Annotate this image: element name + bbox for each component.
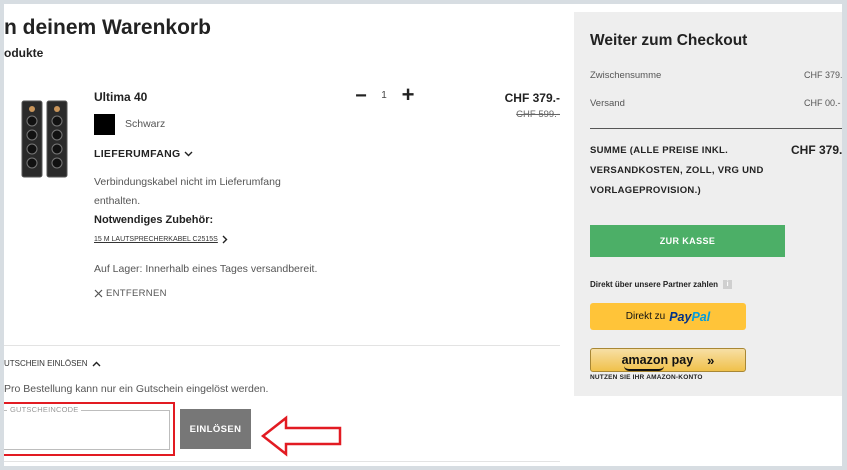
amazon-pay-button[interactable]: amazon pay » bbox=[590, 348, 746, 372]
partner-payment-label: Direkt über unsere Partner zahlen i bbox=[590, 280, 733, 289]
divider bbox=[4, 461, 560, 462]
info-icon[interactable]: i bbox=[723, 280, 733, 289]
close-icon bbox=[94, 289, 103, 298]
quantity-value: 1 bbox=[381, 90, 387, 101]
color-swatch bbox=[94, 114, 115, 135]
accessory-link[interactable]: 15 M LAUTSPRECHERKABEL C2515S bbox=[94, 235, 228, 244]
remove-button[interactable]: ENTFERNEN bbox=[94, 288, 167, 299]
subtotal-value: CHF 379.- bbox=[804, 70, 842, 80]
total-label: SUMME (ALLE PREISE INKL. VERSANDKOSTEN, … bbox=[590, 145, 764, 196]
accessory-title: Notwendiges Zubehör: bbox=[94, 214, 214, 226]
delivery-scope-text: Verbindungskabel nicht im Lieferumfang e… bbox=[94, 176, 281, 207]
checkout-title: Weiter zum Checkout bbox=[590, 32, 748, 49]
partner-payment-text: Direkt über unsere Partner zahlen bbox=[590, 280, 719, 289]
total-value: CHF 379.- bbox=[791, 143, 842, 157]
chevron-up-icon bbox=[92, 361, 101, 366]
color-label: Schwarz bbox=[125, 118, 166, 130]
stock-status: Auf Lager: Innerhalb eines Tages versand… bbox=[94, 263, 318, 275]
divider bbox=[4, 345, 560, 346]
quantity-decrease-button[interactable]: − bbox=[352, 86, 370, 106]
chevron-right-icon bbox=[222, 235, 228, 244]
paypal-button[interactable]: Direkt zu PayPal bbox=[590, 303, 746, 330]
product-image[interactable] bbox=[20, 99, 70, 179]
quantity-increase-button[interactable]: + bbox=[398, 84, 418, 106]
voucher-code-field[interactable]: GUTSCHEINCODE bbox=[4, 405, 170, 450]
speaker-right-icon bbox=[46, 100, 68, 178]
amazon-smile-icon bbox=[623, 366, 664, 371]
delivery-scope-toggle[interactable]: LIEFERUMFANG bbox=[94, 148, 193, 160]
chevron-down-icon bbox=[184, 151, 193, 157]
paypal-logo: PayPal bbox=[669, 309, 711, 324]
checkout-button[interactable]: ZUR KASSE bbox=[590, 225, 785, 257]
shipping-value: CHF 00.- bbox=[804, 98, 841, 108]
divider bbox=[590, 128, 842, 129]
cart-subtitle: odukte bbox=[4, 46, 44, 60]
accessory-link-label: 15 M LAUTSPRECHERKABEL C2515S bbox=[94, 236, 218, 243]
subtotal-label: Zwischensumme bbox=[590, 70, 662, 81]
cart-title: n deinem Warenkorb bbox=[4, 16, 211, 39]
shipping-label: Versand bbox=[590, 98, 625, 109]
product-price: CHF 379.- bbox=[504, 91, 560, 105]
voucher-code-input[interactable] bbox=[4, 419, 161, 445]
paypal-prefix: Direkt zu bbox=[625, 311, 666, 322]
product-old-price: CHF 599.- bbox=[516, 109, 560, 120]
product-name[interactable]: Ultima 40 bbox=[94, 90, 147, 104]
voucher-toggle-label: UTSCHEIN EINLÖSEN bbox=[4, 359, 88, 368]
delivery-scope-label: LIEFERUMFANG bbox=[94, 148, 181, 160]
voucher-toggle[interactable]: UTSCHEIN EINLÖSEN bbox=[4, 359, 101, 368]
voucher-note: Pro Bestellung kann nur ein Gutschein ei… bbox=[4, 383, 269, 395]
checkout-panel: Weiter zum Checkout Zwischensumme CHF 37… bbox=[574, 12, 842, 396]
speaker-left-icon bbox=[21, 100, 43, 178]
redeem-voucher-button[interactable]: EINLÖSEN bbox=[180, 409, 251, 449]
page-frame: n deinem Warenkorb odukte Ultima 40 Schw… bbox=[4, 4, 842, 466]
annotation-arrow-icon bbox=[260, 415, 342, 457]
remove-label: ENTFERNEN bbox=[106, 288, 167, 299]
amazon-pay-subtext: NUTZEN SIE IHR AMAZON-KONTO bbox=[590, 374, 703, 381]
amazon-pay-logo: amazon pay bbox=[622, 353, 693, 371]
chevron-double-right-icon: » bbox=[707, 352, 715, 368]
voucher-code-label: GUTSCHEINCODE bbox=[7, 405, 82, 414]
